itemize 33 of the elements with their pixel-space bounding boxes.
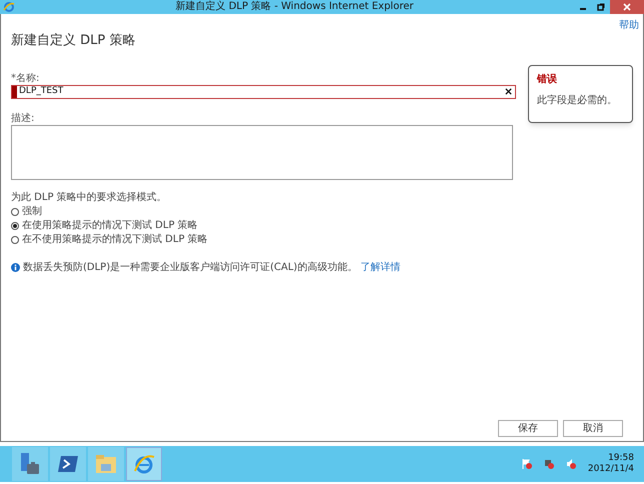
description-input[interactable] — [11, 124, 513, 180]
page-heading: 新建自定义 DLP 策略 — [11, 32, 136, 50]
close-icon — [623, 3, 631, 11]
info-icon — [11, 262, 20, 272]
radio-label: 强制 — [22, 206, 42, 218]
radio-button[interactable] — [11, 208, 19, 216]
clear-icon[interactable] — [505, 88, 512, 95]
radio-label: 在不使用策略提示的情况下测试 DLP 策略 — [22, 234, 208, 246]
close-button[interactable] — [610, 0, 644, 14]
field-label: 描述: — [11, 112, 36, 124]
network-icon[interactable] — [544, 459, 554, 469]
help-link[interactable]: 帮助 — [619, 18, 639, 33]
radio-button[interactable] — [11, 222, 19, 230]
save-button[interactable]: 保存 — [498, 420, 558, 437]
radio-button[interactable] — [11, 236, 19, 244]
restore-icon — [597, 3, 605, 11]
browser-icon[interactable] — [126, 447, 162, 481]
field-label: *名称: — [11, 72, 40, 84]
speaker-icon[interactable] — [566, 459, 576, 469]
window-title: 新建自定义 DLP 策略 - Windows Internet Explorer — [174, 0, 414, 14]
radio-label: 在使用策略提示的情况下测试 DLP 策略 — [22, 220, 198, 232]
clock-date: 2012/11/4 — [588, 464, 634, 475]
cancel-button[interactable]: 取消 — [563, 420, 623, 437]
name-input[interactable]: DLP_TEST — [11, 84, 516, 98]
learn-more-link[interactable]: 了解详情 — [360, 260, 400, 274]
browser-logo-icon — [3, 1, 15, 13]
error-title: 错误 — [537, 72, 558, 86]
mode-prompt: 为此 DLP 策略中的要求选择模式。 — [11, 192, 168, 204]
info-text: 数据丢失预防(DLP)是一种需要企业版客户端访问许可证(CAL)的高级功能。 — [23, 260, 358, 274]
clock-time: 19:58 — [608, 453, 634, 464]
error-message: 此字段是必需的。 — [537, 94, 618, 108]
flag-icon[interactable] — [522, 459, 532, 469]
error-marker — [12, 86, 17, 98]
